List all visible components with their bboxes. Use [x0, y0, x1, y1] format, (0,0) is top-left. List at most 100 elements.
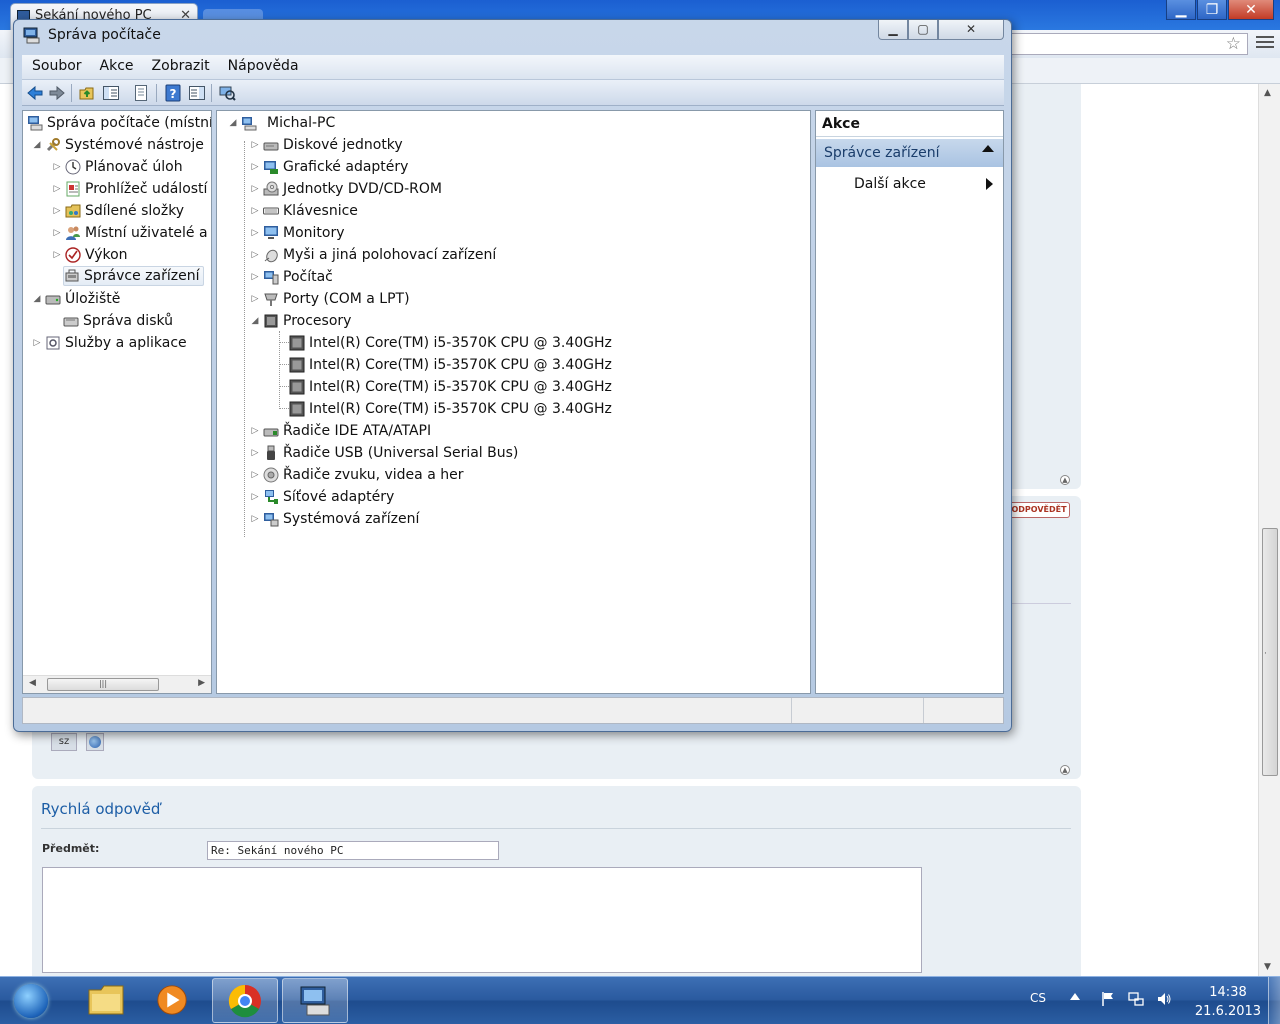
message-textarea[interactable]	[42, 867, 922, 973]
browser-close-button[interactable]: ✕	[1228, 0, 1274, 20]
tree-item-performance[interactable]: ▷ Výkon	[51, 245, 128, 265]
expand-arrow-icon[interactable]: ▷	[51, 184, 63, 194]
tree-item-root[interactable]: Správa počítače (místní)	[27, 113, 211, 133]
menu-action[interactable]: Akce	[90, 55, 142, 74]
expand-arrow-icon[interactable]: ▷	[249, 514, 261, 524]
close-button[interactable]: ✕	[938, 20, 1004, 40]
processor-item[interactable]: Intel(R) Core(TM) i5-3570K CPU @ 3.40GHz	[289, 399, 612, 419]
expand-arrow-icon[interactable]: ▷	[31, 338, 43, 348]
back-arrow-icon[interactable]	[26, 84, 44, 102]
properties-icon[interactable]	[132, 84, 150, 102]
device-category[interactable]: ▷ Systémová zařízení	[249, 509, 420, 529]
collapse-arrow-icon[interactable]: ◢	[31, 140, 43, 150]
tree-item-task-scheduler[interactable]: ▷ Plánovač úloh	[51, 157, 183, 177]
menu-file[interactable]: Soubor	[22, 55, 90, 74]
show-desktop-button[interactable]	[1268, 977, 1280, 1024]
processor-item[interactable]: Intel(R) Core(TM) i5-3570K CPU @ 3.40GHz	[289, 355, 612, 375]
website-globe-icon[interactable]	[86, 733, 104, 751]
menu-help[interactable]: Nápověda	[218, 55, 307, 74]
browser-minimize-button[interactable]: ▁	[1166, 0, 1196, 20]
expand-arrow-icon[interactable]: ▷	[51, 206, 63, 216]
device-category[interactable]: ▷ Myši a jiná polohovací zařízení	[249, 245, 497, 265]
forward-arrow-icon[interactable]	[48, 84, 66, 102]
expand-arrow-icon[interactable]: ▷	[249, 250, 261, 260]
tree-item-local-users[interactable]: ▷ Místní uživatelé a s	[51, 223, 211, 243]
show-hide-tree-icon[interactable]	[102, 84, 120, 102]
expand-arrow-icon[interactable]: ▷	[249, 184, 261, 194]
tree-item-event-viewer[interactable]: ▷ Prohlížeč událostí	[51, 179, 208, 199]
reply-button[interactable]: ODPOVĚDĚT	[1008, 502, 1070, 518]
processor-item[interactable]: Intel(R) Core(TM) i5-3570K CPU @ 3.40GHz	[289, 333, 612, 353]
scroll-up-icon[interactable]: ▲	[1264, 88, 1271, 98]
user-profile-icon[interactable]: sz	[51, 733, 77, 751]
browser-restore-button[interactable]: ❐	[1197, 0, 1227, 20]
clock[interactable]: 14:38 21.6.2013	[1192, 983, 1264, 1021]
address-bar[interactable]: ☆	[1000, 33, 1248, 55]
expand-arrow-icon[interactable]: ▷	[51, 228, 63, 238]
expand-arrow-icon[interactable]: ▷	[249, 470, 261, 480]
device-category[interactable]: ▷ Počítač	[249, 267, 333, 287]
page-scrollbar[interactable]: ▲ · ▼	[1258, 84, 1280, 976]
expand-arrow-icon[interactable]: ▷	[249, 426, 261, 436]
help-icon[interactable]: ?	[164, 84, 182, 102]
scrollbar-thumb[interactable]: |||	[47, 678, 159, 691]
expand-arrow-icon[interactable]: ▷	[249, 228, 261, 238]
collapse-arrow-icon[interactable]: ◢	[249, 316, 261, 326]
device-category[interactable]: ▷ Jednotky DVD/CD-ROM	[249, 179, 442, 199]
expand-arrow-icon[interactable]: ▷	[249, 272, 261, 282]
expand-arrow-icon[interactable]: ▷	[249, 162, 261, 172]
device-root-computer[interactable]: ◢ Michal-PC	[227, 113, 336, 133]
maximize-button[interactable]: ▢	[908, 20, 938, 40]
subject-input[interactable]: Re: Sekání nového PC	[207, 841, 499, 860]
device-category[interactable]: ▷ Řadiče USB (Universal Serial Bus)	[249, 443, 519, 463]
device-category[interactable]: ▷ Řadiče IDE ATA/ATAPI	[249, 421, 432, 441]
taskbar-computer-management[interactable]	[282, 978, 348, 1023]
minimize-button[interactable]: ▁	[878, 20, 908, 40]
expand-arrow-icon[interactable]: ▷	[249, 448, 261, 458]
tree-horizontal-scrollbar[interactable]: ◀ ||| ▶	[23, 675, 211, 693]
menu-view[interactable]: Zobrazit	[142, 55, 218, 74]
collapse-triangle-icon[interactable]	[982, 145, 994, 152]
expand-arrow-icon[interactable]: ▷	[249, 294, 261, 304]
volume-icon[interactable]	[1156, 991, 1172, 1007]
scroll-left-icon[interactable]: ◀	[29, 678, 36, 688]
tree-item-storage[interactable]: ◢ Úložiště	[31, 289, 121, 309]
show-hide-action-pane-icon[interactable]	[188, 84, 206, 102]
tree-item-shared-folders[interactable]: ▷ Sdílené složky	[51, 201, 185, 221]
show-hidden-icons-icon[interactable]	[1070, 993, 1080, 1000]
device-category[interactable]: ▷ Řadiče zvuku, videa a her	[249, 465, 464, 485]
device-category[interactable]: ▷ Diskové jednotky	[249, 135, 403, 155]
scroll-top-icon[interactable]: ▲	[1060, 765, 1070, 775]
expand-arrow-icon[interactable]: ▷	[249, 140, 261, 150]
up-folder-icon[interactable]	[78, 84, 96, 102]
actions-section-device-manager[interactable]: Správce zařízení	[816, 139, 1003, 167]
tree-item-device-manager[interactable]: Správce zařízení	[63, 266, 205, 286]
expand-arrow-icon[interactable]: ▷	[51, 162, 63, 172]
collapse-arrow-icon[interactable]: ◢	[31, 294, 43, 304]
device-category[interactable]: ▷ Síťové adaptéry	[249, 487, 395, 507]
taskbar-chrome[interactable]	[212, 978, 278, 1023]
tree-item-disk-management[interactable]: Správa disků	[63, 311, 173, 331]
submenu-arrow-icon[interactable]	[986, 178, 993, 190]
taskbar-media-player[interactable]	[140, 978, 204, 1023]
device-category[interactable]: ▷ Porty (COM a LPT)	[249, 289, 410, 309]
bookmark-star-icon[interactable]: ☆	[1226, 34, 1241, 54]
language-indicator[interactable]: CS	[1030, 991, 1046, 1005]
scroll-down-icon[interactable]: ▼	[1264, 962, 1271, 972]
scroll-top-icon[interactable]: ▲	[1060, 475, 1070, 485]
device-category[interactable]: ▷ Grafické adaptéry	[249, 157, 409, 177]
taskbar-explorer[interactable]	[74, 978, 138, 1023]
expand-arrow-icon[interactable]: ▷	[249, 492, 261, 502]
collapse-arrow-icon[interactable]: ◢	[227, 118, 239, 128]
tree-item-system-tools[interactable]: ◢ Systémové nástroje	[31, 135, 204, 155]
more-actions-item[interactable]: Další akce	[854, 176, 926, 192]
processor-item[interactable]: Intel(R) Core(TM) i5-3570K CPU @ 3.40GHz	[289, 377, 612, 397]
device-category[interactable]: ▷ Monitory	[249, 223, 345, 243]
expand-arrow-icon[interactable]: ▷	[249, 206, 261, 216]
device-category-processors[interactable]: ◢ Procesory	[249, 311, 352, 331]
scan-hardware-icon[interactable]	[218, 84, 236, 102]
browser-menu-icon[interactable]	[1256, 36, 1274, 52]
scroll-right-icon[interactable]: ▶	[198, 678, 205, 688]
network-icon[interactable]	[1128, 991, 1144, 1007]
expand-arrow-icon[interactable]: ▷	[51, 250, 63, 260]
